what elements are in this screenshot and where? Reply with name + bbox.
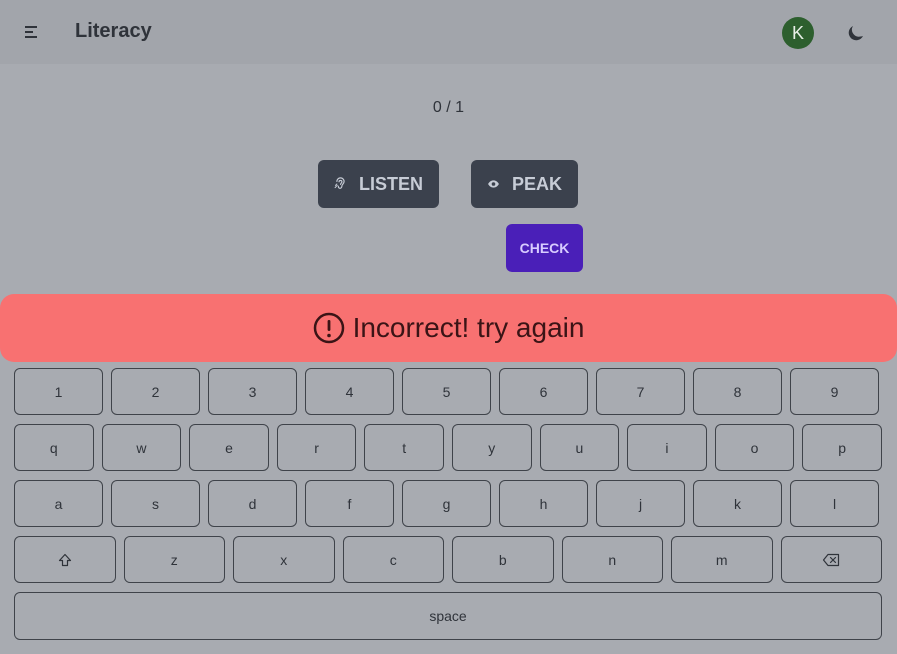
key[interactable]: o: [714, 424, 795, 471]
key[interactable]: b: [452, 536, 554, 583]
key[interactable]: q: [14, 424, 94, 471]
ear-icon: [334, 177, 345, 189]
key[interactable]: s: [111, 480, 200, 527]
listen-button[interactable]: LISTEN: [318, 160, 439, 208]
keyboard-row-bottom: z x c b n m: [14, 536, 882, 583]
key[interactable]: c: [342, 536, 444, 583]
shift-key[interactable]: [14, 536, 116, 583]
check-button[interactable]: CHECK: [506, 224, 583, 272]
key[interactable]: r: [276, 424, 357, 471]
keyboard-row-space: space: [14, 592, 882, 640]
key[interactable]: g: [402, 480, 491, 527]
eye-icon: [488, 180, 499, 188]
menu-button[interactable]: [16, 16, 48, 48]
key[interactable]: 3: [208, 368, 297, 415]
key[interactable]: 9: [790, 368, 879, 415]
shift-icon: [58, 553, 71, 566]
app-title: Literacy: [75, 20, 152, 42]
key[interactable]: 6: [499, 368, 588, 415]
key[interactable]: n: [561, 536, 663, 583]
key[interactable]: 4: [305, 368, 394, 415]
key[interactable]: i: [627, 424, 707, 471]
menu-icon: [25, 26, 37, 38]
key[interactable]: d: [208, 480, 297, 527]
key[interactable]: x: [233, 536, 335, 583]
backspace-icon: [823, 553, 840, 566]
key[interactable]: 8: [693, 368, 782, 415]
key[interactable]: y: [451, 424, 532, 471]
alert-message: Incorrect! try again: [352, 312, 585, 343]
listen-label: LISTEN: [358, 173, 423, 194]
key[interactable]: k: [693, 480, 782, 527]
keyboard-row-numbers: 1 2 3 4 5 6 7 8 9: [14, 368, 882, 415]
key[interactable]: f: [305, 480, 394, 527]
key[interactable]: p: [802, 424, 882, 471]
theme-toggle-button[interactable]: [840, 17, 872, 49]
avatar[interactable]: K: [782, 17, 814, 49]
space-key[interactable]: space: [14, 592, 882, 640]
key[interactable]: 2: [111, 368, 200, 415]
top-bar: Literacy K: [0, 0, 897, 64]
key[interactable]: 1: [14, 368, 103, 415]
key[interactable]: j: [596, 480, 685, 527]
key[interactable]: m: [671, 536, 773, 583]
alert-circle-icon: [313, 312, 344, 344]
peak-label: PEAK: [511, 173, 562, 194]
key[interactable]: a: [14, 480, 103, 527]
key[interactable]: h: [499, 480, 588, 527]
key[interactable]: u: [539, 424, 620, 471]
keyboard-row-qwerty: q w e r t y u i o p: [14, 424, 882, 471]
keyboard-row-home: a s d f g h j k l: [14, 480, 882, 527]
key[interactable]: l: [790, 480, 879, 527]
key[interactable]: t: [364, 424, 444, 471]
peak-button[interactable]: PEAK: [471, 160, 578, 208]
key[interactable]: z: [123, 536, 225, 583]
key[interactable]: e: [189, 424, 269, 471]
key[interactable]: 5: [402, 368, 491, 415]
key[interactable]: 7: [596, 368, 685, 415]
moon-icon: [848, 26, 863, 41]
feedback-alert: Incorrect! try again: [0, 294, 897, 362]
backspace-key[interactable]: [780, 536, 882, 583]
key[interactable]: w: [101, 424, 182, 471]
progress-counter: 0 / 1: [432, 99, 465, 116]
